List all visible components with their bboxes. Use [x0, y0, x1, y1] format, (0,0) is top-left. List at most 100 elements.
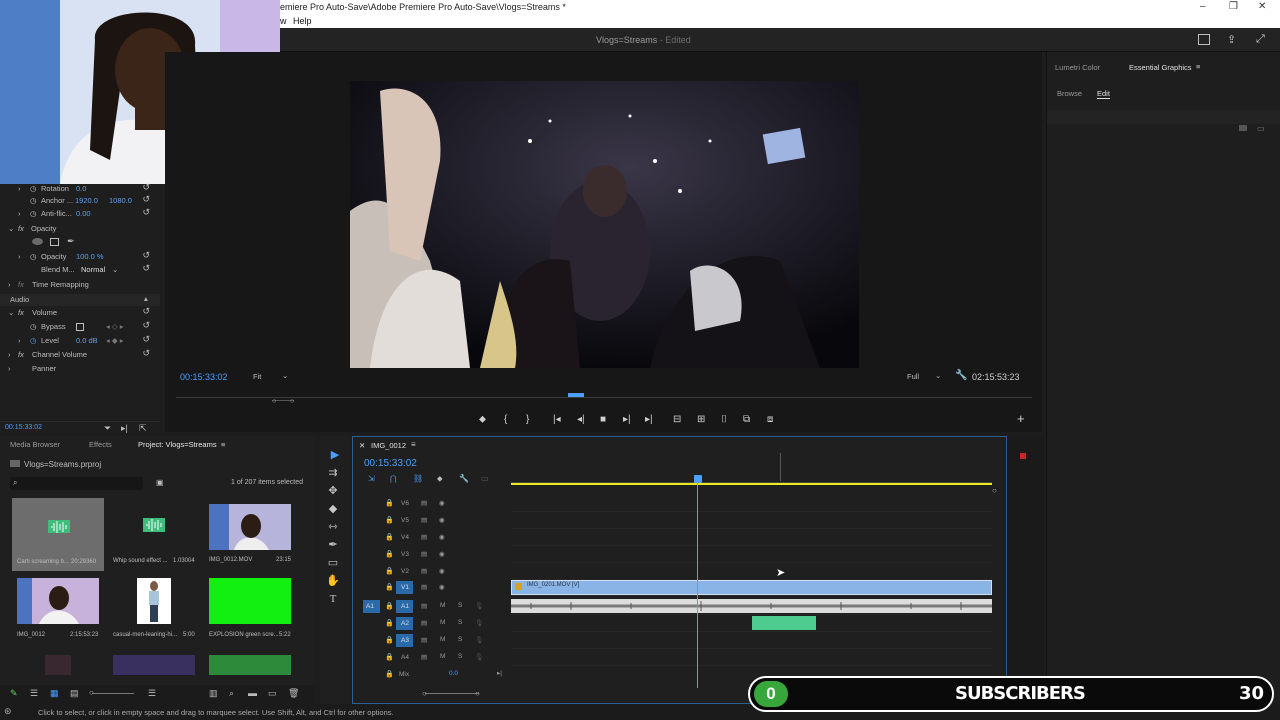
track-row-a1[interactable]: [511, 599, 992, 615]
track-row-a2[interactable]: [511, 616, 992, 632]
stopwatch-icon[interactable]: ◷: [30, 336, 37, 345]
bypass-checkbox[interactable]: [76, 323, 84, 331]
program-playhead-marker[interactable]: [568, 393, 584, 397]
selection-tool-icon[interactable]: ▶: [328, 448, 342, 462]
minimize-icon[interactable]: –: [1200, 1, 1206, 12]
media-item-carti[interactable]: Carti screaming b... 20:29360: [12, 498, 104, 571]
mix-value[interactable]: 0.0: [449, 670, 458, 677]
close-icon[interactable]: ✕: [1258, 1, 1266, 12]
lock-icon[interactable]: 🔒: [385, 602, 394, 610]
share-icon[interactable]: ⇪: [1227, 33, 1236, 46]
track-row-v6[interactable]: [511, 496, 992, 512]
video-clip[interactable]: IMG_0201.MOV [V]: [511, 580, 992, 595]
new-layer-icon[interactable]: ▭: [1257, 124, 1265, 133]
list-view-icon[interactable]: ☰: [30, 688, 38, 699]
stopwatch-icon[interactable]: ◷: [30, 252, 37, 261]
lock-icon[interactable]: 🔒: [385, 653, 394, 661]
media-item-partial-2[interactable]: [113, 655, 195, 675]
search-input[interactable]: ⌕: [10, 477, 143, 490]
compare-icon[interactable]: ⧉: [743, 414, 750, 425]
expand-icon[interactable]: ›: [8, 364, 11, 373]
scroll-handle-top[interactable]: ○: [992, 486, 997, 495]
ellipse-mask-icon[interactable]: [32, 238, 43, 245]
solo-button[interactable]: S: [458, 653, 462, 660]
expand-icon[interactable]: ›: [18, 252, 21, 261]
chevron-down-icon[interactable]: ⌄: [112, 265, 118, 274]
microphone-icon[interactable]: 🎙: [475, 619, 483, 627]
media-item-explosion[interactable]: EXPLOSION green scre... 5:22: [209, 578, 291, 638]
mark-in-icon[interactable]: {: [504, 414, 507, 425]
pen-tool-icon[interactable]: ✒: [326, 538, 340, 552]
thumbnail-zoom-slider[interactable]: [92, 693, 134, 694]
new-bin-icon[interactable]: ▣: [156, 478, 164, 487]
program-ruler[interactable]: [176, 397, 1032, 398]
effects-timecode[interactable]: 00:15:33:02: [5, 424, 42, 431]
play-only-icon[interactable]: ▸|: [121, 423, 128, 434]
track-row-v1[interactable]: IMG_0201.MOV [V]: [511, 580, 992, 596]
track-row-a3[interactable]: [511, 633, 992, 649]
lock-icon[interactable]: 🔒: [385, 550, 394, 558]
zoom-fit-select[interactable]: Fit: [253, 372, 261, 381]
ripple-edit-tool-icon[interactable]: ✥: [326, 484, 340, 498]
reset-icon[interactable]: ↺: [142, 348, 150, 359]
sync-lock-icon[interactable]: ▤: [421, 499, 427, 507]
eye-icon[interactable]: ◉: [439, 583, 445, 591]
lock-icon[interactable]: 🔒: [385, 670, 394, 678]
go-to-next-icon[interactable]: ▸|: [497, 669, 502, 677]
reset-icon[interactable]: ↺: [142, 306, 150, 317]
eye-icon[interactable]: ◉: [439, 567, 445, 575]
tab-edit[interactable]: Edit: [1097, 89, 1110, 99]
panel-menu-icon[interactable]: ≡: [221, 440, 225, 449]
keyframe-nav-icon[interactable]: ◂ ◇ ▸: [106, 322, 123, 331]
expand-icon[interactable]: ›: [8, 280, 11, 289]
solo-button[interactable]: S: [458, 619, 462, 626]
tab-effects[interactable]: Effects: [89, 440, 112, 449]
step-forward-icon[interactable]: ▸|: [645, 414, 653, 425]
tab-lumetri-color[interactable]: Lumetri Color: [1055, 63, 1100, 72]
expand-icon[interactable]: ›: [18, 184, 21, 193]
linked-selection-icon[interactable]: ⛓: [413, 474, 423, 483]
rotation-value[interactable]: 0.0: [76, 184, 86, 193]
rectangle-tool-icon[interactable]: ▭: [326, 556, 340, 570]
microphone-icon[interactable]: 🎙: [475, 636, 483, 644]
opacity-section[interactable]: ⌄ fx Opacity: [0, 224, 160, 236]
type-tool-icon[interactable]: T: [326, 592, 340, 606]
hand-tool-icon[interactable]: ✋: [326, 574, 340, 588]
collapse-icon[interactable]: ⌄: [8, 308, 14, 317]
chevron-down-icon[interactable]: ⌄: [282, 371, 288, 380]
track-row-a4[interactable]: [511, 650, 992, 666]
eye-icon[interactable]: ◉: [439, 533, 445, 541]
mute-button[interactable]: M: [440, 619, 445, 626]
opacity-value[interactable]: 100.0 %: [76, 252, 104, 261]
track-row-v3[interactable]: [511, 547, 992, 563]
sync-lock-icon[interactable]: ▤: [421, 653, 427, 661]
eye-icon[interactable]: ◉: [439, 499, 445, 507]
extract-icon[interactable]: ⊞: [697, 414, 705, 425]
sync-lock-icon[interactable]: ▤: [421, 636, 427, 644]
captions-icon[interactable]: ▭: [481, 474, 489, 483]
collapse-icon[interactable]: ⌄: [8, 224, 14, 233]
menu-window[interactable]: w: [280, 16, 287, 26]
timeline-sequence-tab[interactable]: IMG_0012: [371, 441, 406, 450]
lock-icon[interactable]: 🔒: [385, 636, 394, 644]
tab-essential-graphics[interactable]: Essential Graphics: [1129, 63, 1192, 72]
mute-button[interactable]: M: [440, 602, 445, 609]
playhead-handle[interactable]: [694, 475, 702, 483]
work-area-bar[interactable]: [511, 483, 992, 485]
new-folder-icon[interactable]: [1239, 125, 1247, 131]
microphone-icon[interactable]: 🎙: [475, 602, 483, 610]
media-item-img-0012[interactable]: IMG_0012 2:15:53:23: [17, 578, 99, 638]
stopwatch-icon[interactable]: ◷: [30, 322, 37, 331]
audio-clip-a2[interactable]: [752, 616, 816, 630]
track-row-v2[interactable]: [511, 564, 992, 580]
freeform-view-icon[interactable]: ▤: [70, 688, 79, 699]
step-back-icon[interactable]: ◂|: [577, 414, 585, 425]
keyframe-nav-icon[interactable]: ◂ ◆ ▸: [106, 336, 123, 345]
tab-media-browser[interactable]: Media Browser: [10, 440, 60, 449]
lock-icon[interactable]: 🔒: [385, 567, 394, 575]
playback-resolution-select[interactable]: Full: [907, 372, 919, 381]
panner-row[interactable]: › Panner: [0, 364, 160, 376]
microphone-icon[interactable]: 🎙: [475, 653, 483, 661]
sync-lock-icon[interactable]: ▤: [421, 583, 427, 591]
sync-lock-icon[interactable]: ▤: [421, 619, 427, 627]
